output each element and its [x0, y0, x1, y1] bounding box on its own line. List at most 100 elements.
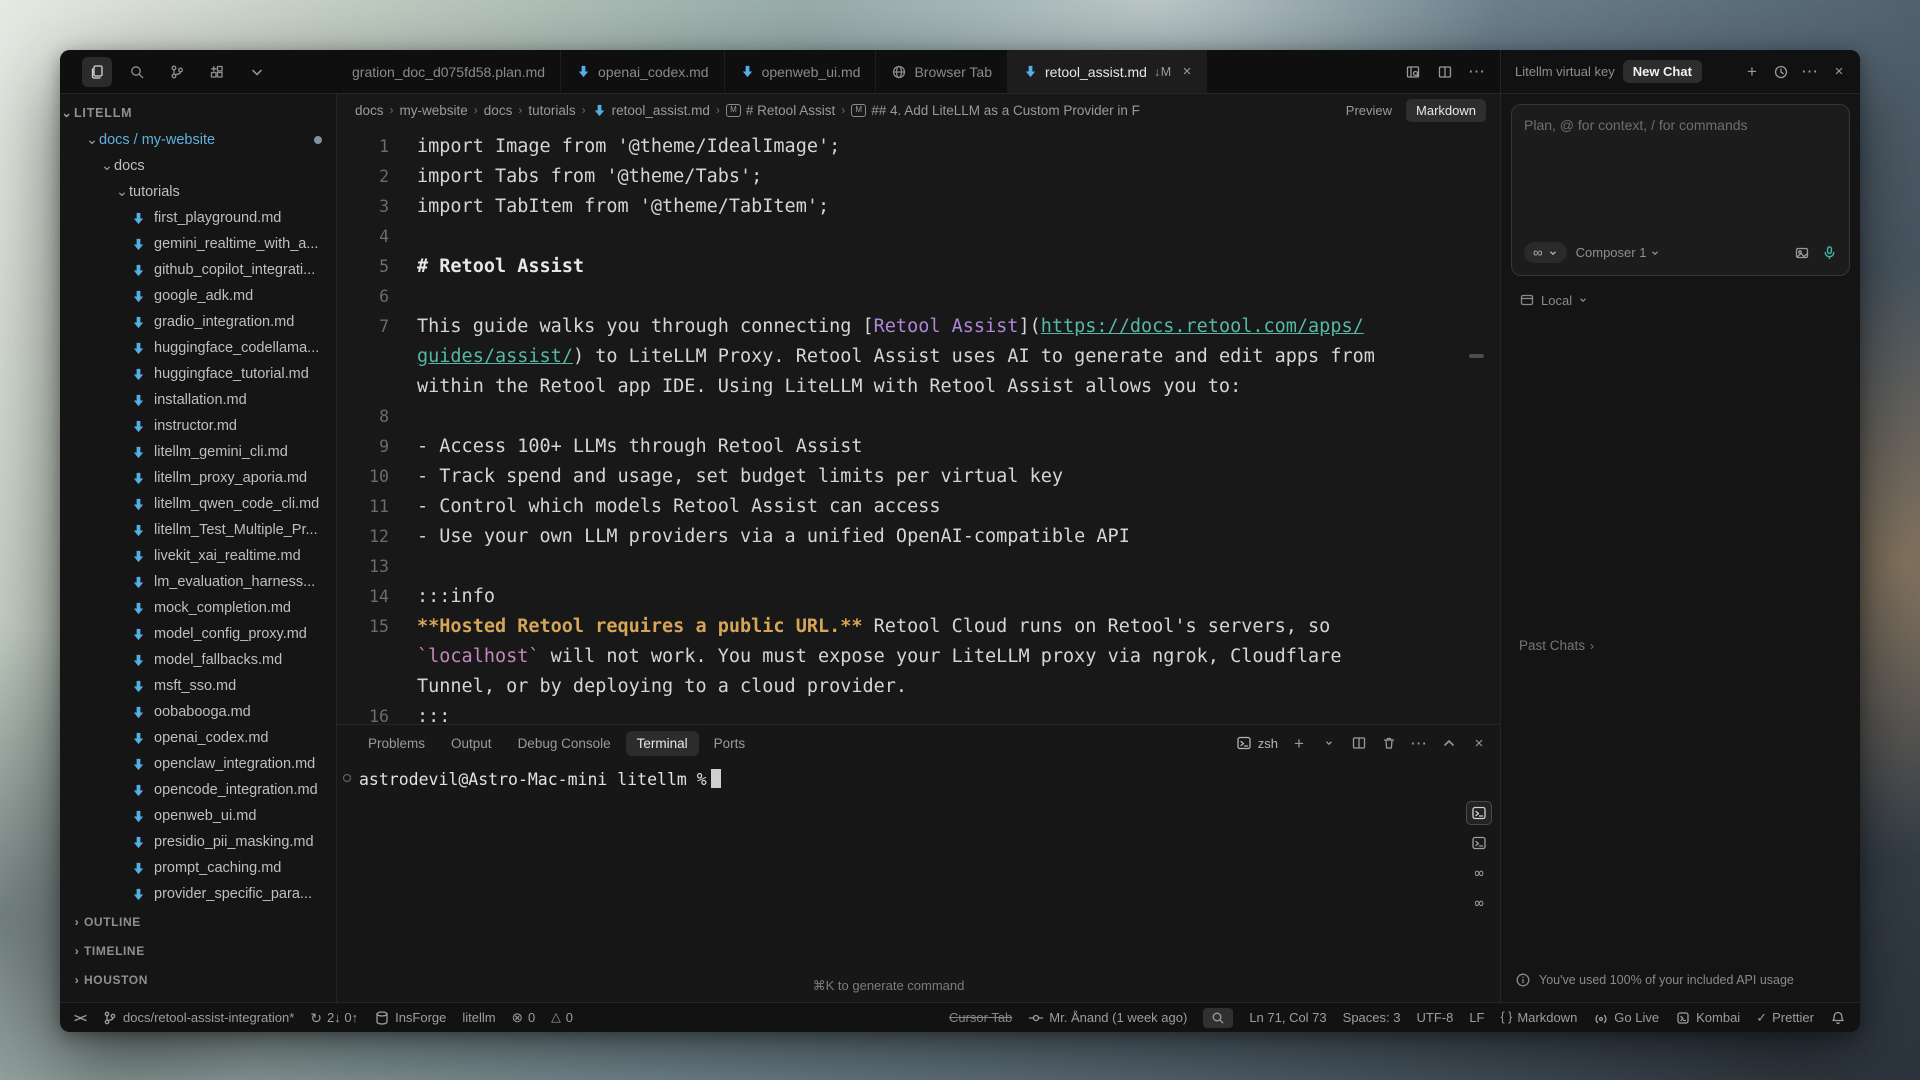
tab-Browser Tab[interactable]: Browser Tab [876, 50, 1008, 93]
chat-input[interactable]: Plan, @ for context, / for commands ∞ Co… [1511, 104, 1850, 276]
breadcrumb-item[interactable]: tutorials [528, 103, 575, 118]
tree-file[interactable]: installation.md [60, 387, 336, 413]
status-cursor-tab[interactable]: Cursor Tab [949, 1010, 1012, 1025]
status-bell[interactable] [1830, 1010, 1846, 1026]
breadcrumb-item[interactable]: my-website [400, 103, 468, 118]
tree-file[interactable]: litellm_proxy_aporia.md [60, 465, 336, 491]
status-utf-8[interactable]: UTF-8 [1416, 1010, 1453, 1025]
tree-file[interactable]: huggingface_codellama... [60, 335, 336, 361]
tree-file[interactable]: instructor.md [60, 413, 336, 439]
tree-section-timeline[interactable]: ›TIMELINE [60, 936, 336, 965]
tree-folder[interactable]: ⌄tutorials [60, 179, 336, 205]
caret-down-button[interactable] [1320, 734, 1338, 752]
close-button[interactable]: × [1830, 63, 1848, 81]
local-selector[interactable]: Local [1519, 292, 1850, 308]
tree-file[interactable]: litellm_Test_Multiple_Pr... [60, 517, 336, 543]
chevron-up-button[interactable] [1440, 734, 1458, 752]
shell-label[interactable]: zsh [1236, 735, 1278, 751]
code-editor[interactable]: 1import Image from '@theme/IdealImage';2… [337, 126, 1500, 724]
status-spaces-3[interactable]: Spaces: 3 [1343, 1010, 1401, 1025]
tab-openweb_ui.md[interactable]: openweb_ui.md [725, 50, 877, 93]
tab-openai_codex.md[interactable]: openai_codex.md [561, 50, 725, 93]
status-ln-71-col-73[interactable]: Ln 71, Col 73 [1249, 1010, 1326, 1025]
status-magnifier[interactable] [1203, 1008, 1233, 1028]
status-litellm[interactable]: litellm [462, 1010, 495, 1025]
tree-file[interactable]: mock_completion.md [60, 595, 336, 621]
terminal-instance-terminal[interactable] [1466, 831, 1492, 855]
history-button[interactable] [1772, 63, 1790, 81]
close-icon[interactable]: × [1183, 63, 1192, 80]
breadcrumb-item[interactable]: docs [484, 103, 513, 118]
trash-button[interactable] [1380, 734, 1398, 752]
tree-section-houston[interactable]: ›HOUSTON [60, 965, 336, 994]
tree-file[interactable]: github_copilot_integrati... [60, 257, 336, 283]
status-0[interactable]: △0 [551, 1010, 573, 1025]
tree-folder[interactable]: ⌄docs / my-website [60, 127, 336, 153]
tree-file[interactable]: openweb_ui.md [60, 803, 336, 829]
terminal-body[interactable]: astrodevil@Astro-Mac-mini litellm % ⌘K t… [337, 761, 1500, 1002]
status-mr-nand-1-week-ago[interactable]: Mr. Ånand (1 week ago) [1028, 1010, 1187, 1026]
tree-file[interactable]: huggingface_tutorial.md [60, 361, 336, 387]
tree-file[interactable]: openai_codex.md [60, 725, 336, 751]
breadcrumb-item[interactable]: retool_assist.md [592, 103, 710, 118]
status-kombai[interactable]: Kombai [1675, 1010, 1740, 1026]
tab-retool_assist.md[interactable]: retool_assist.md↓M× [1008, 50, 1207, 93]
panel-tab-problems[interactable]: Problems [357, 731, 436, 756]
breadcrumb-item[interactable]: M## 4. Add LiteLLM as a Custom Provider … [851, 103, 1140, 118]
tree-file[interactable]: msft_sso.md [60, 673, 336, 699]
tree-file[interactable]: presidio_pii_masking.md [60, 829, 336, 855]
tree-file[interactable]: google_adk.md [60, 283, 336, 309]
tree-file[interactable]: model_fallbacks.md [60, 647, 336, 673]
agent-mode-selector[interactable]: ∞ [1524, 242, 1567, 263]
composer-selector[interactable]: Composer 1 [1576, 245, 1661, 260]
image-icon[interactable] [1794, 245, 1810, 261]
tree-file[interactable]: model_config_proxy.md [60, 621, 336, 647]
panel-tab-debug-console[interactable]: Debug Console [507, 731, 622, 756]
tree-file[interactable]: litellm_qwen_code_cli.md [60, 491, 336, 517]
terminal-instance-infinity[interactable]: ∞ [1466, 861, 1492, 885]
tree-file[interactable]: provider_specific_para... [60, 881, 336, 907]
plus-button[interactable]: + [1290, 734, 1308, 752]
tree-file[interactable]: first_playground.md [60, 205, 336, 231]
explorer-root[interactable]: ⌄ LITELLM [60, 98, 336, 127]
more-button[interactable]: ⋯ [1801, 63, 1819, 81]
status-docs-retool-assist-integration[interactable]: docs/retool-assist-integration* [102, 1010, 294, 1026]
plus-button[interactable]: + [1743, 63, 1761, 81]
status-insforge[interactable]: InsForge [374, 1010, 446, 1026]
breadcrumb-item[interactable]: docs [355, 103, 384, 118]
editor-scrollbar-thumb[interactable] [1469, 354, 1484, 358]
panel-tab-ports[interactable]: Ports [703, 731, 757, 756]
tree-file[interactable]: oobabooga.md [60, 699, 336, 725]
source-control-button[interactable] [162, 57, 192, 87]
tree-file[interactable]: opencode_integration.md [60, 777, 336, 803]
explorer-button[interactable] [82, 57, 112, 87]
status-prettier[interactable]: ✓Prettier [1756, 1010, 1814, 1025]
split-editor-button[interactable] [1350, 734, 1368, 752]
markdown-button[interactable]: Markdown [1406, 99, 1486, 122]
tab-gration_doc_d075fd58.plan.md[interactable]: gration_doc_d075fd58.plan.md [337, 50, 561, 93]
split-editor-button[interactable] [1436, 63, 1454, 81]
panel-tab-output[interactable]: Output [440, 731, 503, 756]
status-go-live[interactable]: Go Live [1593, 1010, 1659, 1026]
tree-folder[interactable]: ⌄docs [60, 153, 336, 179]
breadcrumb-item[interactable]: M# Retool Assist [726, 103, 835, 118]
tree-file[interactable]: gradio_integration.md [60, 309, 336, 335]
panel-tab-terminal[interactable]: Terminal [626, 731, 699, 756]
status-markdown[interactable]: { }Markdown [1501, 1010, 1578, 1025]
open-preview-button[interactable] [1404, 63, 1422, 81]
tree-file[interactable]: livekit_xai_realtime.md [60, 543, 336, 569]
status-2-0[interactable]: ↻2↓ 0↑ [310, 1010, 358, 1025]
status-0[interactable]: ⊗0 [512, 1010, 536, 1025]
status-lf[interactable]: LF [1469, 1010, 1484, 1025]
more-button[interactable]: ⋯ [1410, 734, 1428, 752]
tree-file[interactable]: gemini_realtime_with_a... [60, 231, 336, 257]
new-chat-tab[interactable]: New Chat [1623, 60, 1702, 83]
tree-file[interactable]: openclaw_integration.md [60, 751, 336, 777]
terminal-instance-infinity[interactable]: ∞ [1466, 891, 1492, 915]
close-button[interactable]: × [1470, 734, 1488, 752]
mic-icon[interactable] [1822, 245, 1837, 260]
terminal-instance-terminal[interactable] [1466, 801, 1492, 825]
search-button[interactable] [122, 57, 152, 87]
tree-file[interactable]: prompt_caching.md [60, 855, 336, 881]
past-chats[interactable]: Past Chats › [1519, 638, 1850, 653]
